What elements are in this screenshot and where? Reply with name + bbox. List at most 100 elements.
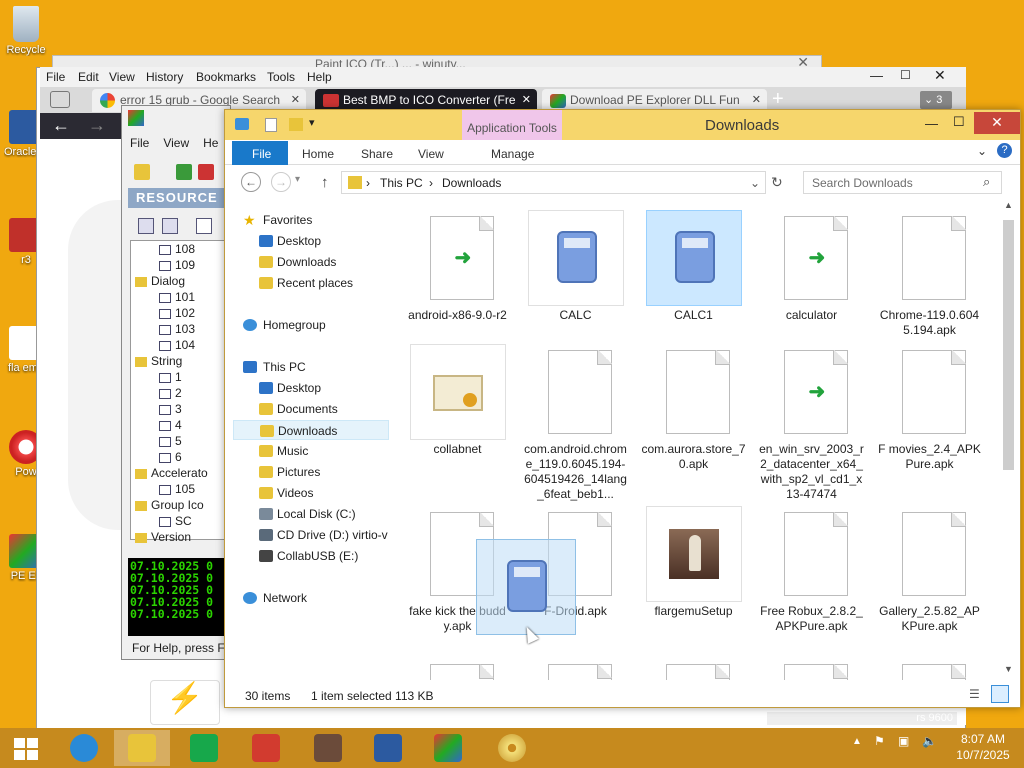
tree-leaf[interactable]: 4: [131, 417, 229, 433]
file-item[interactable]: ➜ en_win_srv_2003_r2_datacenter_x64_with_…: [759, 344, 864, 502]
file-item[interactable]: [877, 658, 982, 680]
file-item[interactable]: ➜ android-x86-9.0-r2: [405, 210, 510, 323]
tab-list-icon[interactable]: [50, 91, 70, 108]
file-item[interactable]: Free Robux_2.8.2_APKPure.apk: [759, 506, 864, 634]
tab-overflow-button[interactable]: ⌄ 3: [920, 91, 952, 109]
nav-fav-item[interactable]: Recent places: [233, 273, 389, 293]
breadcrumb-thispc[interactable]: This PC: [380, 176, 423, 190]
file-item[interactable]: [759, 658, 864, 680]
file-item[interactable]: [523, 658, 628, 680]
breadcrumb-downloads[interactable]: Downloads: [442, 176, 501, 190]
menu-history[interactable]: History: [146, 70, 183, 84]
tab-view[interactable]: View: [418, 147, 444, 161]
close-icon[interactable]: ✕: [974, 112, 1020, 134]
nav-favorites[interactable]: ★ Favorites: [233, 210, 389, 230]
file-item[interactable]: CALC: [523, 210, 628, 323]
address-dropdown-icon[interactable]: ⌄: [750, 176, 760, 190]
clock[interactable]: 8:07 AM 10/7/2025: [948, 731, 1018, 763]
flag-icon[interactable]: ⚑: [874, 734, 885, 748]
taskbar-ie[interactable]: [56, 730, 112, 766]
new-tab-icon[interactable]: +: [772, 88, 784, 111]
rh-menu-help[interactable]: He: [203, 136, 218, 150]
file-item[interactable]: flargemuSetup: [641, 506, 746, 619]
nav-pc-item[interactable]: CD Drive (D:) virtio-v: [233, 525, 389, 545]
vertical-scrollbar[interactable]: ▲ ▼: [1001, 200, 1016, 678]
recycle-bin-icon[interactable]: Recycle: [4, 6, 48, 56]
nav-network[interactable]: Network: [233, 588, 389, 608]
scroll-thumb[interactable]: [1003, 220, 1014, 470]
rh-menu-file[interactable]: File: [130, 136, 149, 150]
scroll-up-icon[interactable]: ▲: [1004, 200, 1013, 210]
nav-pc-item[interactable]: Videos: [233, 483, 389, 503]
file-item[interactable]: [405, 658, 510, 680]
new-folder-icon[interactable]: [289, 118, 303, 131]
tree-leaf[interactable]: 104: [131, 337, 229, 353]
tree-leaf[interactable]: 108: [131, 241, 229, 257]
rh-menu-view[interactable]: View: [163, 136, 189, 150]
menu-edit[interactable]: Edit: [78, 70, 99, 84]
properties-icon[interactable]: [265, 118, 277, 132]
help-icon[interactable]: ?: [997, 143, 1012, 158]
menu-tools[interactable]: Tools: [267, 70, 295, 84]
tree-folder[interactable]: Version: [131, 529, 229, 545]
tree-leaf[interactable]: 5: [131, 433, 229, 449]
back-icon[interactable]: ←: [52, 115, 70, 136]
close-icon[interactable]: ✕: [934, 67, 946, 84]
file-item[interactable]: com.aurora.store_70.apk: [641, 344, 746, 472]
taskbar-explorer[interactable]: [114, 730, 170, 766]
tree-leaf[interactable]: 1: [131, 369, 229, 385]
application-tools-tab[interactable]: Application Tools: [462, 110, 562, 140]
back-icon[interactable]: ←: [241, 172, 261, 192]
nav-homegroup[interactable]: Homegroup: [233, 315, 389, 335]
tab-file[interactable]: File: [232, 141, 288, 165]
search-input[interactable]: Search Downloads: [803, 171, 1002, 194]
large-icons-view-icon[interactable]: [991, 685, 1009, 703]
tree-leaf[interactable]: 109: [131, 257, 229, 273]
nav-pc-item[interactable]: Desktop: [233, 378, 389, 398]
taskbar-app-red[interactable]: [238, 730, 294, 766]
show-hidden-icons-icon[interactable]: ▲: [852, 736, 862, 747]
refresh-icon[interactable]: [176, 164, 192, 180]
taskbar-store[interactable]: [176, 730, 232, 766]
file-item[interactable]: com.android.chrome_119.0.6045.194-604519…: [523, 344, 628, 502]
nav-pc-item[interactable]: Downloads: [233, 420, 389, 440]
taskbar-app-photo[interactable]: [300, 730, 356, 766]
qat-dropdown-icon[interactable]: ▾: [309, 116, 315, 129]
menu-view[interactable]: View: [109, 70, 135, 84]
file-item[interactable]: ➜ calculator: [759, 210, 864, 323]
tree-folder[interactable]: Group Ico: [131, 497, 229, 513]
refresh-icon[interactable]: ↻: [771, 174, 783, 191]
forward-icon[interactable]: →: [88, 115, 106, 136]
up-icon[interactable]: ↑: [321, 174, 329, 191]
ribbon-expand-icon[interactable]: ⌄: [977, 144, 987, 158]
tree-folder[interactable]: Dialog: [131, 273, 229, 289]
file-item[interactable]: CALC1: [641, 210, 746, 323]
menu-file[interactable]: File: [46, 70, 65, 84]
menu-bookmarks[interactable]: Bookmarks: [196, 70, 256, 84]
details-view-icon[interactable]: ☰: [969, 687, 980, 701]
maximize-icon[interactable]: ☐: [953, 114, 965, 130]
resource-tree[interactable]: 108 109 Dialog 101 102 103 104 String 1 2 3 4 5 6 Acce…: [130, 240, 230, 544]
forward-icon[interactable]: →: [271, 172, 291, 192]
file-item[interactable]: Gallery_2.5.82_APKPure.apk: [877, 506, 982, 634]
dialog-icon[interactable]: [196, 218, 212, 234]
menu-help[interactable]: Help: [307, 70, 332, 84]
minimize-icon[interactable]: —: [925, 116, 938, 131]
nav-pc-item[interactable]: Pictures: [233, 462, 389, 482]
delete-icon[interactable]: [198, 164, 214, 180]
nav-fav-item[interactable]: Downloads: [233, 252, 389, 272]
minimize-icon[interactable]: —: [870, 68, 883, 83]
file-item[interactable]: Chrome-119.0.6045.194.apk: [877, 210, 982, 338]
save-icon[interactable]: [138, 218, 154, 234]
tree-leaf[interactable]: 101: [131, 289, 229, 305]
close-tab-icon[interactable]: ✕: [752, 93, 761, 106]
nav-pc-item[interactable]: Local Disk (C:): [233, 504, 389, 524]
nav-thispc[interactable]: This PC: [233, 357, 389, 377]
taskbar-virtualbox[interactable]: [360, 730, 416, 766]
tab-home[interactable]: Home: [302, 147, 334, 161]
file-item[interactable]: collabnet: [405, 344, 510, 457]
nav-pc-item[interactable]: CollabUSB (E:): [233, 546, 389, 566]
network-tray-icon[interactable]: ▣: [898, 734, 909, 748]
nav-pc-item[interactable]: Documents: [233, 399, 389, 419]
nav-fav-item[interactable]: Desktop: [233, 231, 389, 251]
